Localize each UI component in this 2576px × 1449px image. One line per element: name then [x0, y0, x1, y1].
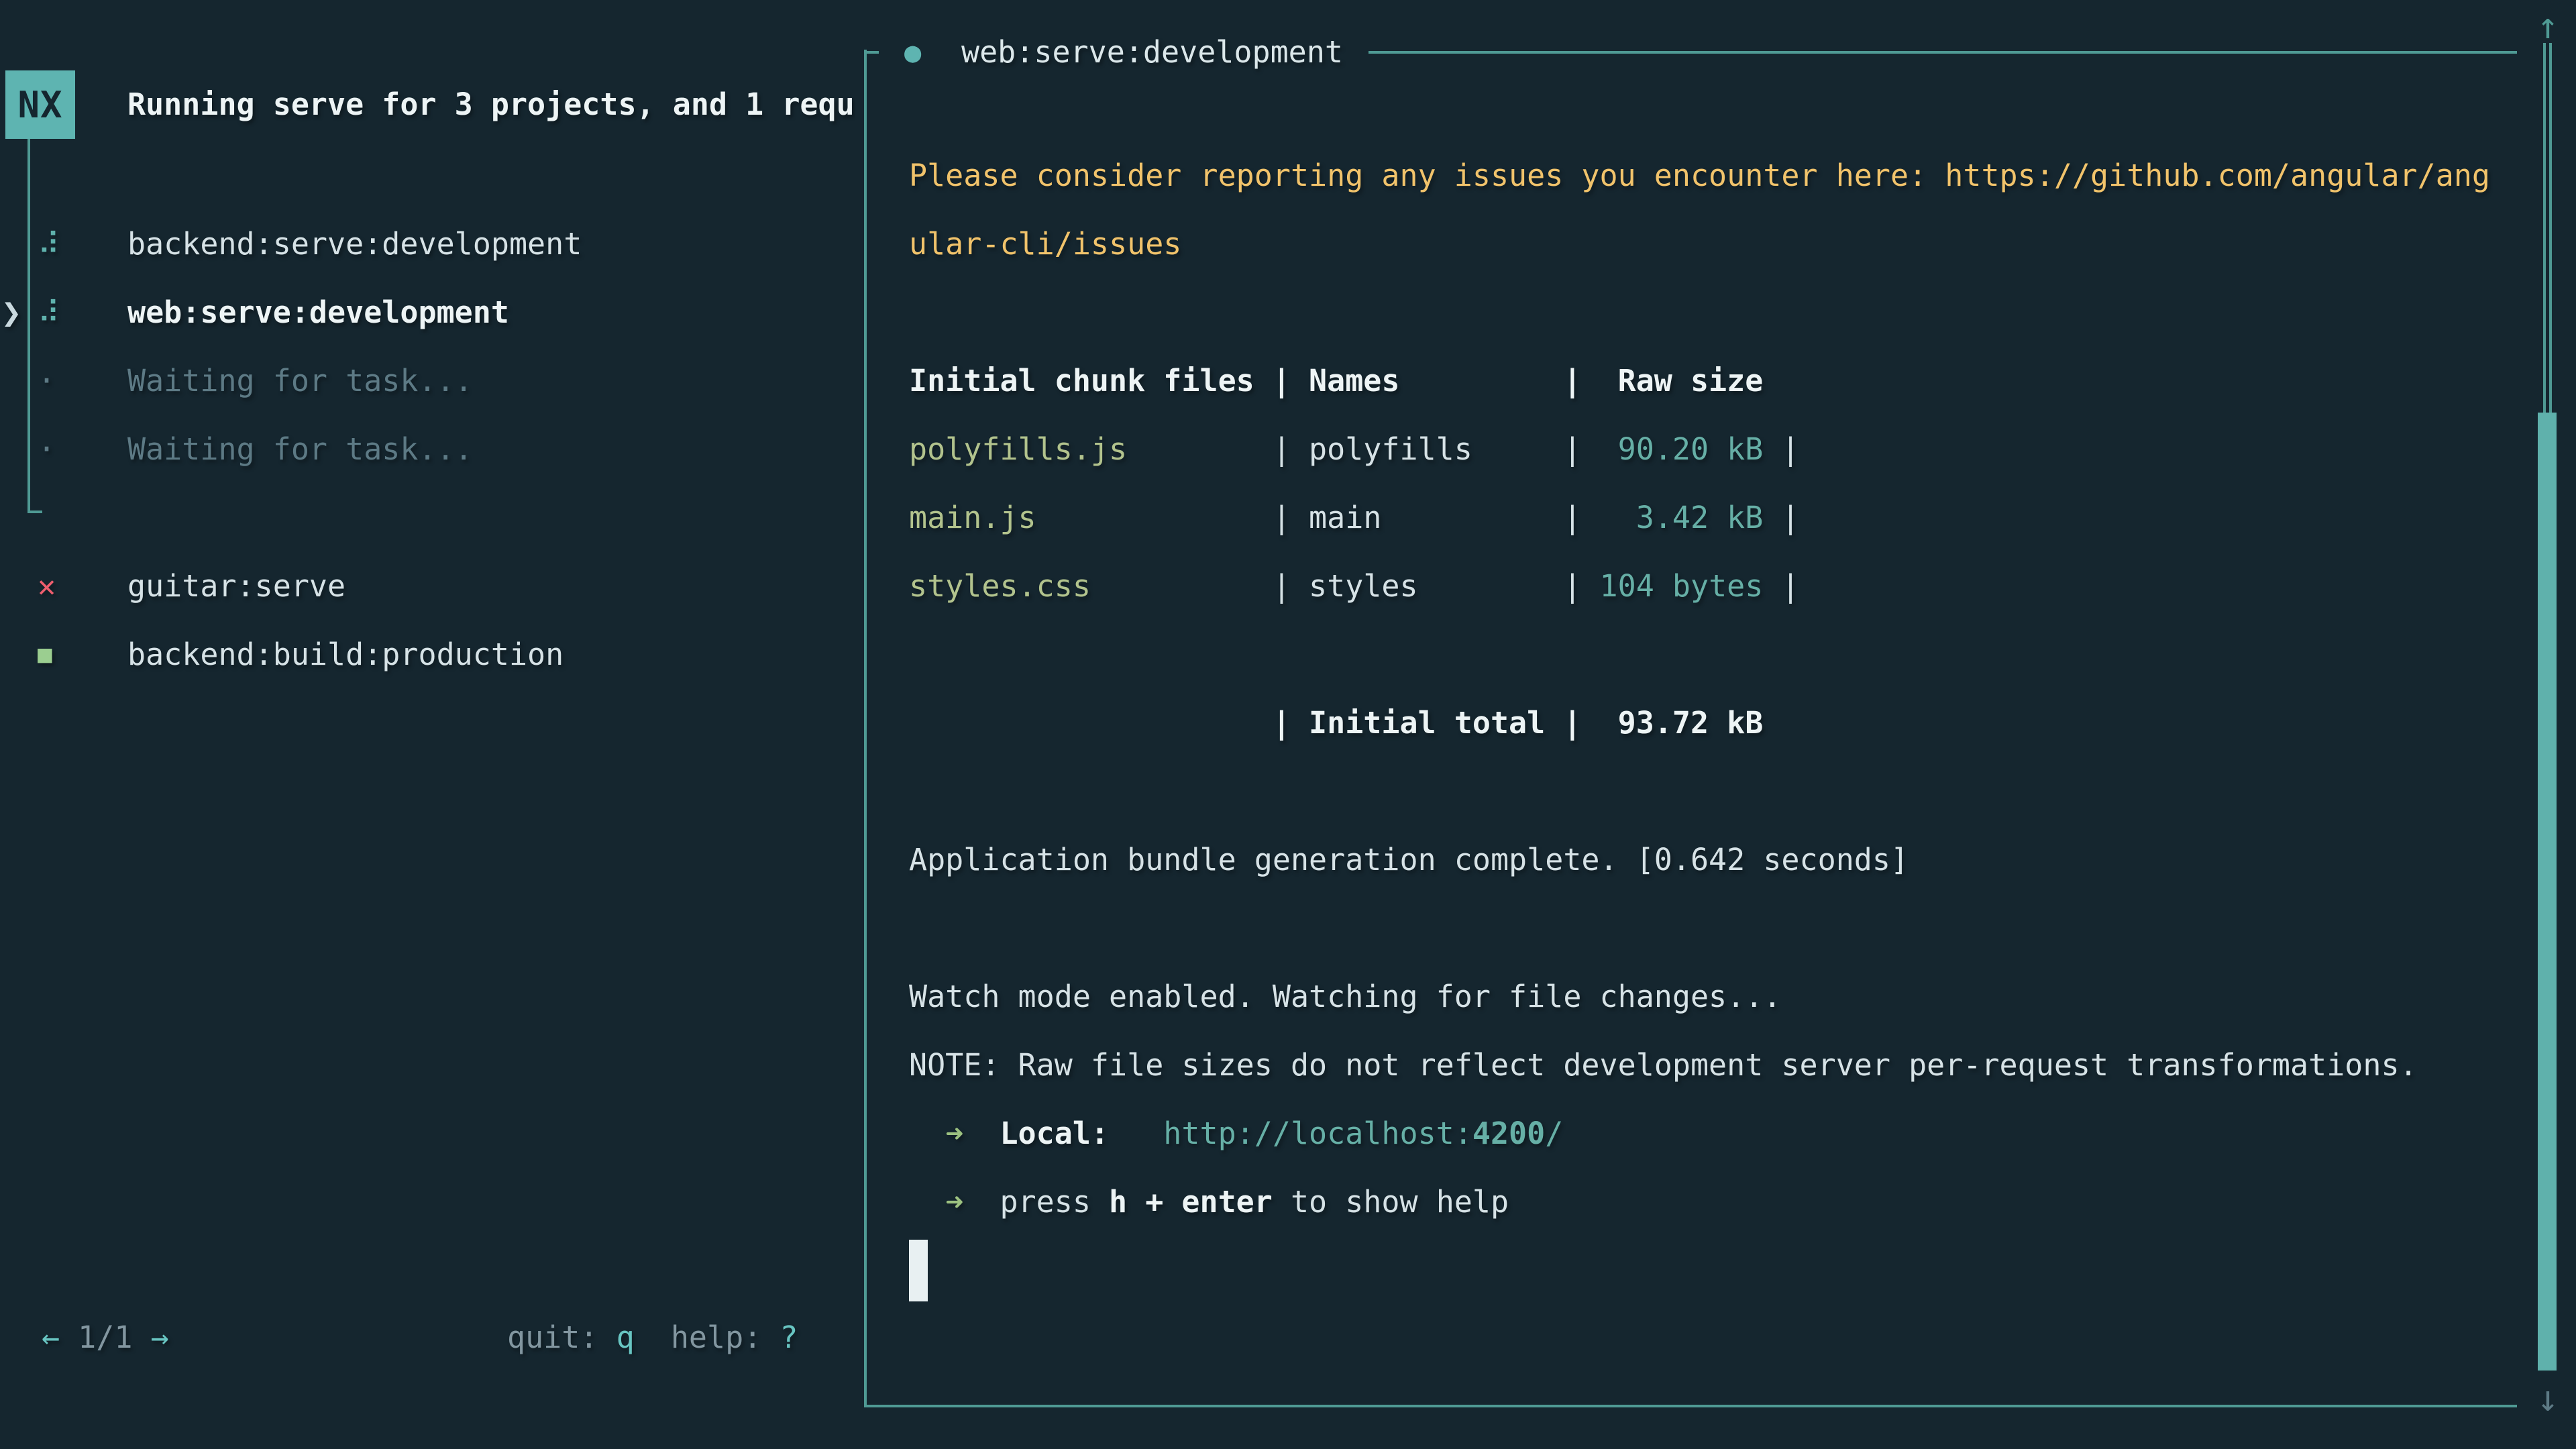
- terminal-line: Initial chunk files | Names | Raw size: [909, 347, 1763, 415]
- panel-title: web:serve:development: [961, 18, 1343, 87]
- watch-mode-line: Watch mode enabled. Watching for file ch…: [909, 979, 1781, 1014]
- terminal-cursor: [909, 1240, 928, 1301]
- scroll-down-icon[interactable]: ↓: [2529, 1377, 2567, 1421]
- chunk-file-polyfills: polyfills.js: [909, 431, 1127, 467]
- task-label: guitar:serve: [127, 552, 345, 621]
- arrow-right-icon: ➜: [945, 1168, 963, 1236]
- selected-task-chevron-icon: ❯: [1, 278, 21, 347]
- task-row-backend-serve-development[interactable]: ⠼ backend:serve:development: [0, 210, 863, 278]
- panel-border-top: [1368, 51, 2517, 54]
- chunk-size-polyfills: 90.20 kB: [1618, 431, 1764, 467]
- terminal-line: ular-cli/issues: [909, 210, 1181, 278]
- chunk-size-main: 3.42 kB: [1636, 500, 1764, 535]
- task-row-backend-build-production[interactable]: ■ backend:build:production: [0, 621, 863, 689]
- spinner-icon: ⠼: [38, 278, 78, 347]
- scroll-up-icon[interactable]: ↑: [2529, 4, 2567, 48]
- issues-notice-line2: ular-cli/issues: [909, 226, 1181, 262]
- terminal-line: polyfills.js | polyfills | 90.20 kB |: [909, 415, 1800, 484]
- task-label: Waiting for task...: [127, 415, 473, 484]
- pending-dot-icon: ·: [38, 415, 78, 484]
- local-label: Local:: [1000, 1116, 1109, 1151]
- help-label: help:: [635, 1320, 780, 1355]
- shortcut-bar: quit: q help: ?: [507, 1303, 798, 1372]
- scrollbar-thumb[interactable]: [2538, 413, 2557, 1371]
- task-row-waiting-for-task-[interactable]: · Waiting for task...: [0, 415, 863, 484]
- panel-border-bottom: [864, 1405, 2517, 1407]
- local-url-slash[interactable]: /: [1545, 1116, 1563, 1151]
- bundle-complete-line: Application bundle generation complete. …: [909, 842, 1909, 877]
- task-tree-corner: [28, 511, 42, 513]
- task-row-guitar-serve[interactable]: ✕ guitar:serve: [0, 552, 863, 621]
- terminal-line: styles.css | styles | 104 bytes |: [909, 552, 1800, 621]
- chunk-size-styles: 104 bytes: [1600, 568, 1764, 604]
- terminal-line: Application bundle generation complete. …: [909, 826, 1909, 894]
- terminal-line: main.js | main | 3.42 kB |: [909, 484, 1800, 552]
- success-square-icon: ■: [38, 621, 78, 689]
- task-label: backend:build:production: [127, 621, 564, 689]
- terminal-line: ➜ Local: http://localhost:4200/: [909, 1099, 1563, 1168]
- task-row-waiting-for-task-[interactable]: · Waiting for task...: [0, 347, 863, 415]
- chunk-file-styles: styles.css: [909, 568, 1091, 604]
- terminal-line: ➜ press h + enter to show help: [909, 1168, 1509, 1236]
- nx-logo-badge: NX: [5, 70, 75, 139]
- spinner-icon: ⠼: [38, 210, 78, 278]
- terminal-line: Watch mode enabled. Watching for file ch…: [909, 963, 1781, 1031]
- pager-position: 1/1: [60, 1320, 150, 1355]
- scrollbar-track[interactable]: [2543, 43, 2552, 413]
- pending-dot-icon: ·: [38, 347, 78, 415]
- pager-next-arrow[interactable]: →: [151, 1320, 169, 1355]
- note-line: NOTE: Raw file sizes do not reflect deve…: [909, 1047, 2418, 1083]
- sidebar-title: Running serve for 3 projects, and 1 requ: [127, 70, 855, 139]
- quit-key: q: [616, 1320, 635, 1355]
- pager-prev-arrow[interactable]: ←: [42, 1320, 60, 1355]
- task-label: backend:serve:development: [127, 210, 582, 278]
- initial-total-row: | Initial total | 93.72 kB: [909, 705, 1763, 741]
- help-keycombo: h + enter: [1109, 1184, 1273, 1220]
- task-row-web-serve-development[interactable]: ❯⠼ web:serve:development: [0, 278, 863, 347]
- help-key: ?: [780, 1320, 798, 1355]
- terminal-line: NOTE: Raw file sizes do not reflect deve…: [909, 1031, 2418, 1099]
- issues-notice-line1: Please consider reporting any issues you…: [909, 158, 2490, 193]
- panel-border-left: [864, 50, 867, 1406]
- failed-x-icon: ✕: [38, 552, 78, 621]
- task-label: Waiting for task...: [127, 347, 473, 415]
- terminal-line: Please consider reporting any issues you…: [909, 142, 2490, 210]
- arrow-right-icon: ➜: [945, 1099, 963, 1168]
- local-url-port[interactable]: 4200: [1472, 1116, 1545, 1151]
- running-status-dot-icon: ●: [904, 18, 941, 87]
- quit-label: quit:: [507, 1320, 616, 1355]
- pager: ← 1/1 →: [42, 1303, 169, 1372]
- task-label: web:serve:development: [127, 278, 509, 347]
- local-url-host[interactable]: http://localhost:: [1163, 1116, 1472, 1151]
- terminal-line: | Initial total | 93.72 kB: [909, 689, 1763, 757]
- chunk-file-main: main.js: [909, 500, 1036, 535]
- chunk-table-header: Initial chunk files | Names | Raw size: [909, 363, 1763, 398]
